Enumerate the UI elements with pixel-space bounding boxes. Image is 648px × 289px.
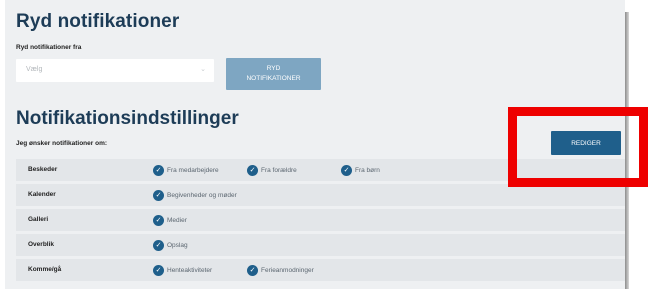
option-item: ✓ Fra forældre bbox=[247, 164, 297, 176]
settings-subtitle: Jeg ønsker notifikationer om: bbox=[16, 140, 108, 147]
option-label: Ferieanmodninger bbox=[261, 266, 314, 274]
option-label: Opslag bbox=[167, 241, 188, 249]
settings-row-galleri: Galleri ✓ Medier bbox=[16, 209, 625, 231]
check-circle-icon: ✓ bbox=[153, 264, 164, 276]
option-label: Begivenheder og møder bbox=[167, 191, 237, 199]
row-label: Beskeder bbox=[28, 166, 58, 173]
clear-from-select[interactable]: Vælg ⌄ bbox=[16, 59, 214, 82]
settings-row-kalender: Kalender ✓ Begivenheder og møder bbox=[16, 184, 625, 206]
option-item: ✓ Fra børn bbox=[341, 164, 380, 176]
option-label: Fra forældre bbox=[261, 166, 297, 174]
option-item: ✓ Ferieanmodninger bbox=[247, 264, 314, 276]
option-label: Fra børn bbox=[355, 166, 380, 174]
check-circle-icon: ✓ bbox=[341, 164, 352, 176]
check-circle-icon: ✓ bbox=[247, 164, 258, 176]
clear-notifications-title: Ryd notifikationer bbox=[16, 11, 180, 32]
clear-notifications-button[interactable]: RYD NOTIFIKATIONER bbox=[226, 58, 321, 90]
option-item: ✓ Henteaktiviteter bbox=[153, 264, 212, 276]
option-item: ✓ Begivenheder og møder bbox=[153, 189, 237, 201]
check-circle-icon: ✓ bbox=[153, 164, 164, 176]
settings-title: Notifikationsindstillinger bbox=[16, 108, 239, 129]
option-item: ✓ Medier bbox=[153, 214, 187, 226]
option-item: ✓ Fra medarbejdere bbox=[153, 164, 219, 176]
settings-row-overblik: Overblik ✓ Opslag bbox=[16, 234, 625, 256]
check-circle-icon: ✓ bbox=[153, 214, 164, 226]
option-label: Henteaktiviteter bbox=[167, 266, 213, 274]
option-label: Fra medarbejdere bbox=[167, 166, 219, 174]
check-circle-icon: ✓ bbox=[247, 264, 258, 276]
select-placeholder: Vælg bbox=[26, 66, 43, 73]
chevron-down-icon: ⌄ bbox=[200, 66, 206, 73]
row-label: Overblik bbox=[28, 241, 55, 248]
settings-row-komme-gaa: Komme/gå ✓ Henteaktiviteter ✓ Ferieanmod… bbox=[16, 259, 625, 281]
clear-button-line2: NOTIFIKATIONER bbox=[246, 75, 301, 82]
clear-button-line1: RYD bbox=[266, 65, 281, 72]
row-label: Galleri bbox=[28, 216, 49, 223]
check-circle-icon: ✓ bbox=[153, 239, 164, 251]
row-label: Kalender bbox=[28, 191, 56, 198]
highlight-box bbox=[508, 107, 648, 187]
check-circle-icon: ✓ bbox=[153, 189, 164, 201]
clear-from-label: Ryd notifikationer fra bbox=[16, 44, 82, 51]
row-label: Komme/gå bbox=[28, 266, 62, 273]
option-label: Medier bbox=[167, 216, 187, 224]
option-item: ✓ Opslag bbox=[153, 239, 188, 251]
